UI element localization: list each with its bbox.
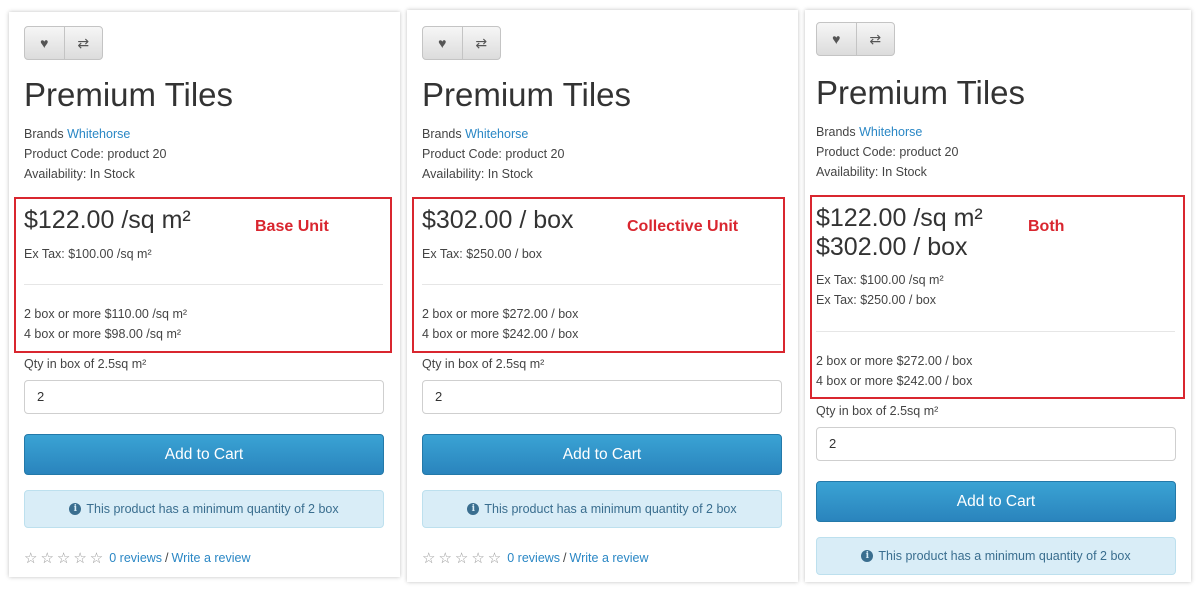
product-title: Premium Tiles [24,76,234,113]
discount-line: 2 box or more $110.00 /sq m² [24,307,188,321]
qty-label: Qty in box of 2.5sq m² [422,357,545,371]
product-panel-collective-unit: ♥ ⇄ Premium Tiles Brands Whitehorse Prod… [407,10,798,582]
separator: / [165,551,169,565]
product-code: Product Code: product 20 [24,147,167,161]
heart-icon: ♥ [40,35,49,51]
star-outline-icon: ☆☆☆☆☆ [24,550,107,567]
exchange-icon: ⇄ [475,34,488,51]
discount-line: 2 box or more $272.00 / box [816,354,973,368]
brand-label: Brands [24,127,64,141]
ex-tax-line: Ex Tax: $100.00 /sq m² [24,247,152,261]
divider [816,331,1175,332]
annotation-label: Collective Unit [627,218,739,235]
wishlist-button[interactable]: ♥ [423,27,462,59]
brand-line: Brands Whitehorse [422,124,528,144]
brand-link[interactable]: Whitehorse [67,127,130,141]
price-line: $122.00 /sq m² [24,206,191,234]
product-title: Premium Tiles [422,76,632,113]
compare-button[interactable]: ⇄ [63,27,103,59]
annotation-label: Base Unit [255,218,329,235]
discount-line: 4 box or more $242.00 / box [422,327,579,341]
product-panel-both-units: ♥ ⇄ Premium Tiles Brands Whitehorse Prod… [805,10,1191,582]
ex-tax-line: Ex Tax: $100.00 /sq m² [816,273,944,287]
compare-button[interactable]: ⇄ [855,23,895,55]
qty-label: Qty in box of 2.5sq m² [816,404,939,418]
rating-row: ☆☆☆☆☆ 0 reviews / Write a review [422,549,649,567]
minimum-quantity-alert: i This product has a minimum quantity of… [816,537,1176,575]
qty-label: Qty in box of 2.5sq m² [24,357,147,371]
compare-button[interactable]: ⇄ [461,27,501,59]
alert-text: This product has a minimum quantity of 2… [484,502,737,516]
reviews-link[interactable]: 0 reviews [507,551,560,565]
brand-link[interactable]: Whitehorse [465,127,528,141]
heart-icon: ♥ [832,31,841,47]
discount-line: 2 box or more $272.00 / box [422,307,579,321]
add-to-cart-button[interactable]: Add to Cart [422,434,782,475]
minimum-quantity-alert: i This product has a minimum quantity of… [422,490,782,528]
price-line: $302.00 / box [816,233,968,261]
info-circle-icon: i [467,503,480,515]
separator: / [563,551,567,565]
product-title: Premium Tiles [816,74,1026,111]
brand-label: Brands [422,127,462,141]
action-button-group: ♥ ⇄ [422,26,501,60]
ex-tax-line: Ex Tax: $250.00 / box [422,247,542,261]
brand-line: Brands Whitehorse [24,124,130,144]
availability: Availability: In Stock [422,167,533,181]
exchange-icon: ⇄ [77,34,90,51]
quantity-input[interactable]: 2 [422,380,782,414]
heart-icon: ♥ [438,35,447,51]
discount-line: 4 box or more $242.00 / box [816,374,973,388]
action-button-group: ♥ ⇄ [816,22,895,56]
star-outline-icon: ☆☆☆☆☆ [422,550,505,567]
info-circle-icon: i [69,503,82,515]
divider [24,284,383,285]
availability: Availability: In Stock [816,165,927,179]
minimum-quantity-alert: i This product has a minimum quantity of… [24,490,384,528]
availability: Availability: In Stock [24,167,135,181]
brand-label: Brands [816,125,856,139]
divider [422,284,781,285]
add-to-cart-button[interactable]: Add to Cart [24,434,384,475]
brand-line: Brands Whitehorse [816,122,922,142]
wishlist-button[interactable]: ♥ [25,27,64,59]
write-review-link[interactable]: Write a review [570,551,649,565]
alert-text: This product has a minimum quantity of 2… [86,502,339,516]
quantity-input[interactable]: 2 [24,380,384,414]
product-code: Product Code: product 20 [816,145,959,159]
wishlist-button[interactable]: ♥ [817,23,856,55]
action-button-group: ♥ ⇄ [24,26,103,60]
discount-line: 4 box or more $98.00 /sq m² [24,327,182,341]
reviews-link[interactable]: 0 reviews [109,551,162,565]
product-code: Product Code: product 20 [422,147,565,161]
alert-text: This product has a minimum quantity of 2… [878,549,1131,563]
info-circle-icon: i [861,550,874,562]
rating-row: ☆☆☆☆☆ 0 reviews / Write a review [24,549,251,567]
write-review-link[interactable]: Write a review [172,551,251,565]
annotation-label: Both [1028,218,1065,235]
quantity-input[interactable]: 2 [816,427,1176,461]
price-line: $122.00 /sq m² [816,204,983,232]
exchange-icon: ⇄ [869,30,882,47]
ex-tax-line: Ex Tax: $250.00 / box [816,293,936,307]
add-to-cart-button[interactable]: Add to Cart [816,481,1176,522]
product-panel-base-unit: ♥ ⇄ Premium Tiles Brands Whitehorse Prod… [9,12,400,577]
brand-link[interactable]: Whitehorse [859,125,922,139]
price-line: $302.00 / box [422,206,574,234]
